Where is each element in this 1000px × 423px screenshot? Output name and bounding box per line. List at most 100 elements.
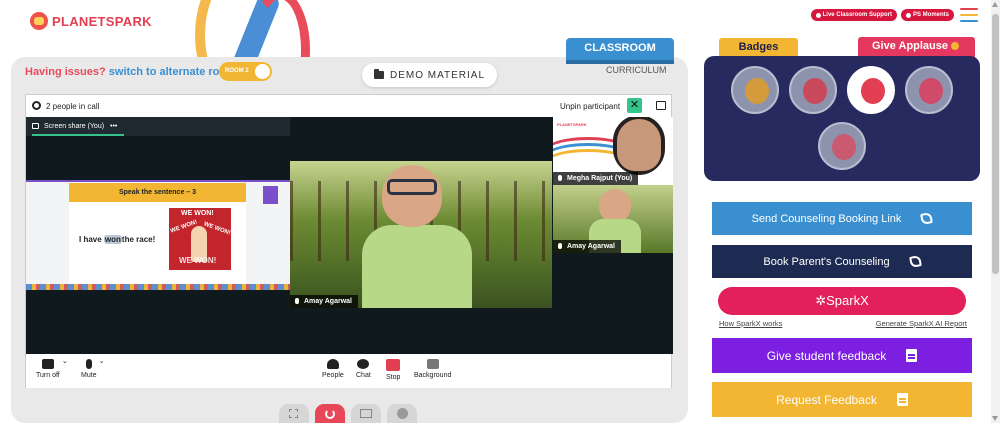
button-label: Give student feedback: [766, 348, 887, 363]
coin-icon: [951, 42, 959, 50]
thumbnail-tile-teacher[interactable]: PLANETSPARK Megha Rajput (You): [553, 117, 673, 185]
live-support-label: Live Classroom Support: [822, 12, 892, 18]
thumbnail-tile-student[interactable]: Amay Agarwal: [553, 185, 673, 253]
theme-button[interactable]: [387, 404, 417, 423]
badge-art: [832, 134, 856, 160]
mute-button[interactable]: Mute ⌄: [81, 358, 105, 379]
participant-name-tag: Amay Agarwal: [553, 240, 621, 253]
stop-share-button[interactable]: Stop: [386, 359, 400, 381]
camera-icon: [905, 12, 911, 18]
spark-icon: ✲: [815, 293, 827, 308]
how-sparkx-works-link[interactable]: How SparkX works: [719, 319, 782, 328]
menu-icon[interactable]: [960, 8, 978, 26]
badge-art: [861, 78, 885, 104]
sparkx-label: SparkX: [826, 293, 869, 308]
room-toggle[interactable]: ROOM 2: [219, 62, 272, 81]
tab-badges[interactable]: Badges: [719, 38, 798, 58]
participant-name: Amay Agarwal: [304, 298, 352, 305]
scrollbar[interactable]: [991, 0, 1000, 423]
robot-badge-icon[interactable]: [789, 66, 837, 114]
image-text: WE WON!: [179, 256, 217, 265]
slide-toolbar: [26, 284, 290, 290]
issue-prefix: Having issues?: [25, 66, 106, 78]
participant-face: [617, 119, 661, 171]
star-badge-icon[interactable]: [847, 66, 895, 114]
folder-icon: [373, 69, 384, 79]
shared-slide: Speak the sentence – 3 I have wonthe rac…: [26, 180, 290, 290]
control-label: Mute: [81, 372, 97, 379]
trophy-badge-icon[interactable]: [731, 66, 779, 114]
generate-report-link[interactable]: Generate SparkX AI Report: [876, 319, 967, 328]
badge-art: [745, 78, 769, 104]
top-actions: Live Classroom Support PS Moments: [810, 9, 954, 21]
brand-logo[interactable]: PLANETSPARK: [30, 12, 152, 30]
screen-share-button[interactable]: [351, 404, 381, 423]
video-stage: Screen share (You) ••• Speak the sentenc…: [26, 117, 673, 354]
chat-button[interactable]: Chat: [356, 359, 371, 379]
ps-moments-button[interactable]: PS Moments: [900, 9, 954, 21]
request-feedback-button[interactable]: Request Feedback: [712, 382, 972, 417]
toggle-knob: [255, 64, 270, 79]
participant-body: [362, 225, 472, 308]
slide-sentence: I have wonthe race!: [79, 235, 155, 244]
gear-icon[interactable]: [32, 101, 41, 110]
unpin-label: Unpin participant: [560, 102, 621, 111]
clipboard-icon: [906, 349, 918, 362]
tab-curriculum[interactable]: CURRICULUM: [606, 65, 667, 75]
give-student-feedback-button[interactable]: Give student feedback: [712, 338, 972, 373]
turn-off-camera-button[interactable]: Turn off ⌄: [36, 358, 68, 379]
phone-icon: [908, 255, 922, 268]
camera-icon: [41, 359, 54, 369]
main-video-tile[interactable]: Amay Agarwal: [290, 161, 552, 308]
live-support-button[interactable]: Live Classroom Support: [810, 9, 897, 21]
screen-icon: [360, 409, 372, 418]
scroll-down-icon[interactable]: [992, 416, 998, 421]
background-button[interactable]: Background: [414, 359, 451, 379]
room-toggle-label: ROOM 2: [225, 68, 249, 74]
control-label: Turn off: [36, 372, 60, 379]
slide-thumbnail: [263, 186, 278, 204]
reader-badge-icon[interactable]: [818, 122, 866, 170]
switch-room-link[interactable]: switch to alternate room: [109, 66, 236, 78]
control-label: Chat: [356, 372, 371, 379]
button-label: Book Parent's Counseling: [763, 255, 890, 268]
fullscreen-button[interactable]: [279, 404, 309, 423]
menu-line: [960, 20, 978, 22]
tab-classroom[interactable]: CLASSROOM: [566, 38, 674, 64]
people-button[interactable]: People: [322, 359, 344, 379]
menu-line: [960, 14, 978, 16]
layout-icon[interactable]: [656, 101, 666, 110]
active-underline: [32, 134, 124, 136]
ps-moments-label: PS Moments: [912, 12, 949, 18]
end-class-button[interactable]: [315, 404, 345, 423]
call-controls: Turn off ⌄ Mute ⌄ People Chat Stop Backg…: [26, 354, 671, 388]
screen-share-label: Screen share (You): [44, 123, 105, 130]
scroll-up-icon[interactable]: [992, 2, 998, 7]
demo-material-button[interactable]: DEMO MATERIAL: [362, 63, 497, 87]
chat-icon: [357, 359, 370, 369]
demo-material-label: DEMO MATERIAL: [389, 69, 486, 81]
presenter-badge-icon[interactable]: [905, 66, 953, 114]
chevron-down-icon[interactable]: ⌄: [62, 357, 68, 365]
mic-icon: [85, 359, 92, 369]
badge-art: [803, 78, 827, 104]
button-label: Send Counseling Booking Link: [751, 212, 902, 225]
rocket-icon: [30, 12, 48, 30]
sparkx-button[interactable]: ✲SparkX: [718, 287, 966, 315]
issue-banner: Having issues? switch to alternate room: [25, 66, 236, 78]
we-won-image: WE WON! WE WON! WE WON! WE WON!: [169, 208, 231, 270]
sentence-highlight: won: [103, 235, 122, 244]
applause-label: Give Applause: [872, 40, 949, 52]
chevron-down-icon[interactable]: ⌄: [99, 357, 105, 365]
participant-name-tag: Amay Agarwal: [290, 295, 358, 308]
scroll-thumb[interactable]: [992, 14, 999, 274]
send-counseling-link-button[interactable]: Send Counseling Booking Link: [712, 202, 972, 235]
palette-icon: [397, 408, 408, 419]
tab-give-applause[interactable]: Give Applause: [858, 37, 975, 58]
screen-share-header: Screen share (You) •••: [26, 117, 290, 136]
slide-title: Speak the sentence – 3: [69, 183, 246, 202]
book-parent-counseling-button[interactable]: Book Parent's Counseling: [712, 245, 972, 278]
button-label: Request Feedback: [776, 392, 877, 407]
unpin-close-button[interactable]: ✕: [627, 98, 642, 113]
more-options-icon[interactable]: •••: [110, 123, 117, 130]
